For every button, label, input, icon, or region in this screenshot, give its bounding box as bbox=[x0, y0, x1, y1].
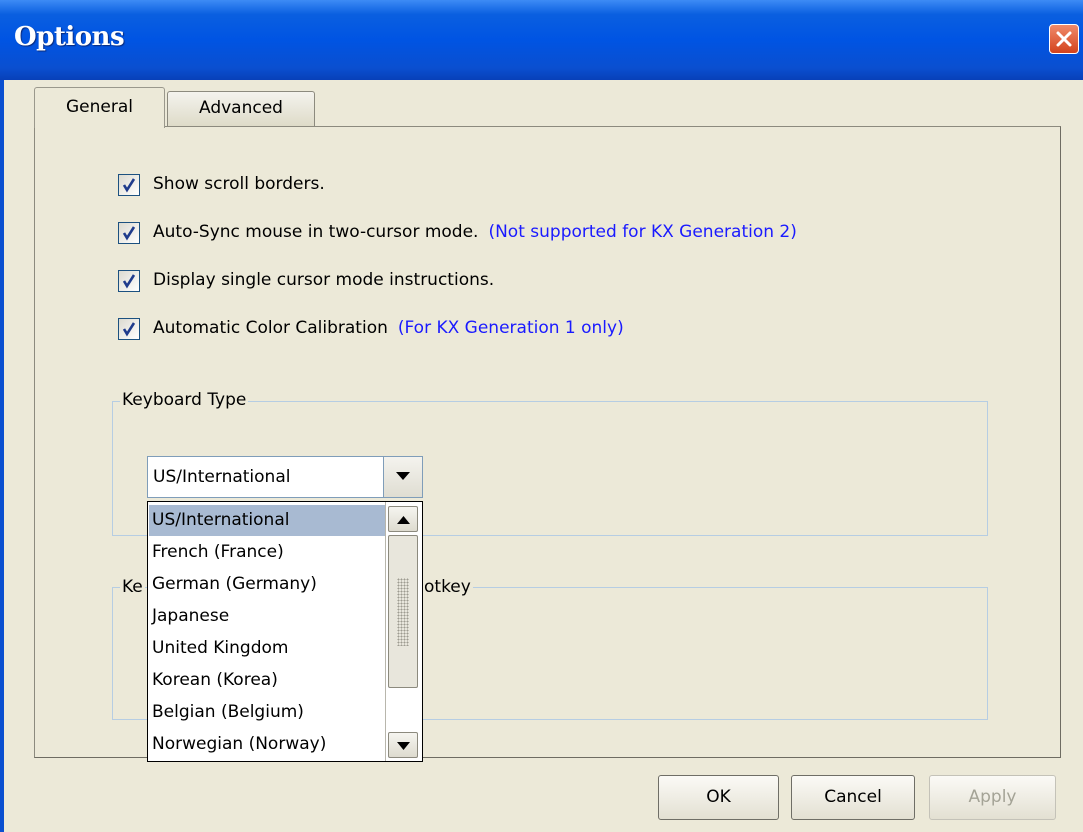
keyboard-type-selected-value: US/International bbox=[153, 467, 291, 487]
dropdown-option[interactable]: United Kingdom bbox=[149, 633, 385, 664]
window-title: Options bbox=[14, 22, 125, 52]
dropdown-option[interactable]: Korean (Korea) bbox=[149, 665, 385, 696]
dropdown-option[interactable]: US/International bbox=[149, 505, 385, 536]
checkbox-label: Automatic Color Calibration (For KX Gener… bbox=[153, 318, 624, 338]
dropdown-option[interactable]: French (France) bbox=[149, 537, 385, 568]
checkbox-label: Show scroll borders. bbox=[153, 174, 325, 194]
scroll-thumb[interactable] bbox=[388, 535, 418, 688]
window-frame bbox=[0, 80, 4, 832]
checkmark-icon bbox=[122, 322, 136, 337]
close-icon bbox=[1056, 31, 1072, 47]
dropdown-scrollbar[interactable] bbox=[385, 502, 422, 761]
tab-advanced-label: Advanced bbox=[199, 98, 283, 118]
dropdown-option[interactable]: Japanese bbox=[149, 601, 385, 632]
hotkey-legend-left: Ke bbox=[120, 577, 145, 597]
tab-general[interactable]: General bbox=[34, 87, 165, 128]
hotkey-legend-right: otkey bbox=[423, 577, 473, 597]
dropdown-button[interactable] bbox=[383, 457, 422, 497]
checkbox-note: (Not supported for KX Generation 2) bbox=[488, 222, 797, 242]
checkbox-box[interactable] bbox=[118, 270, 140, 292]
checkbox-box[interactable] bbox=[118, 222, 140, 244]
ok-button[interactable]: OK bbox=[658, 775, 779, 820]
dropdown-option[interactable]: Belgian (Belgium) bbox=[149, 697, 385, 728]
checkbox-box[interactable] bbox=[118, 318, 140, 340]
keyboard-type-legend: Keyboard Type bbox=[120, 390, 249, 410]
checkmark-icon bbox=[122, 274, 136, 289]
checkmark-icon bbox=[122, 178, 136, 193]
keyboard-type-dropdown-list: US/International French (France) German … bbox=[147, 501, 423, 762]
tab-advanced[interactable]: Advanced bbox=[167, 91, 315, 126]
scroll-up-button[interactable] bbox=[388, 506, 418, 532]
checkbox-box[interactable] bbox=[118, 174, 140, 196]
checkbox-label: Display single cursor mode instructions. bbox=[153, 270, 495, 290]
scroll-down-button[interactable] bbox=[388, 732, 418, 758]
chevron-down-icon bbox=[396, 472, 410, 480]
dropdown-option[interactable]: Norwegian (Norway) bbox=[149, 729, 385, 760]
chevron-up-icon bbox=[397, 516, 410, 524]
title-bar: Options bbox=[0, 0, 1083, 80]
apply-button[interactable]: Apply bbox=[929, 775, 1056, 820]
scroll-grip bbox=[397, 578, 409, 646]
cancel-button[interactable]: Cancel bbox=[791, 775, 915, 820]
close-button[interactable] bbox=[1049, 24, 1079, 54]
checkmark-icon bbox=[122, 226, 136, 241]
tab-general-label: General bbox=[66, 97, 133, 117]
dropdown-option[interactable]: German (Germany) bbox=[149, 569, 385, 600]
keyboard-type-select[interactable]: US/International bbox=[147, 456, 423, 498]
chevron-down-icon bbox=[397, 742, 410, 750]
checkbox-note: (For KX Generation 1 only) bbox=[397, 318, 624, 338]
checkbox-label: Auto-Sync mouse in two-cursor mode. (Not … bbox=[153, 222, 797, 242]
